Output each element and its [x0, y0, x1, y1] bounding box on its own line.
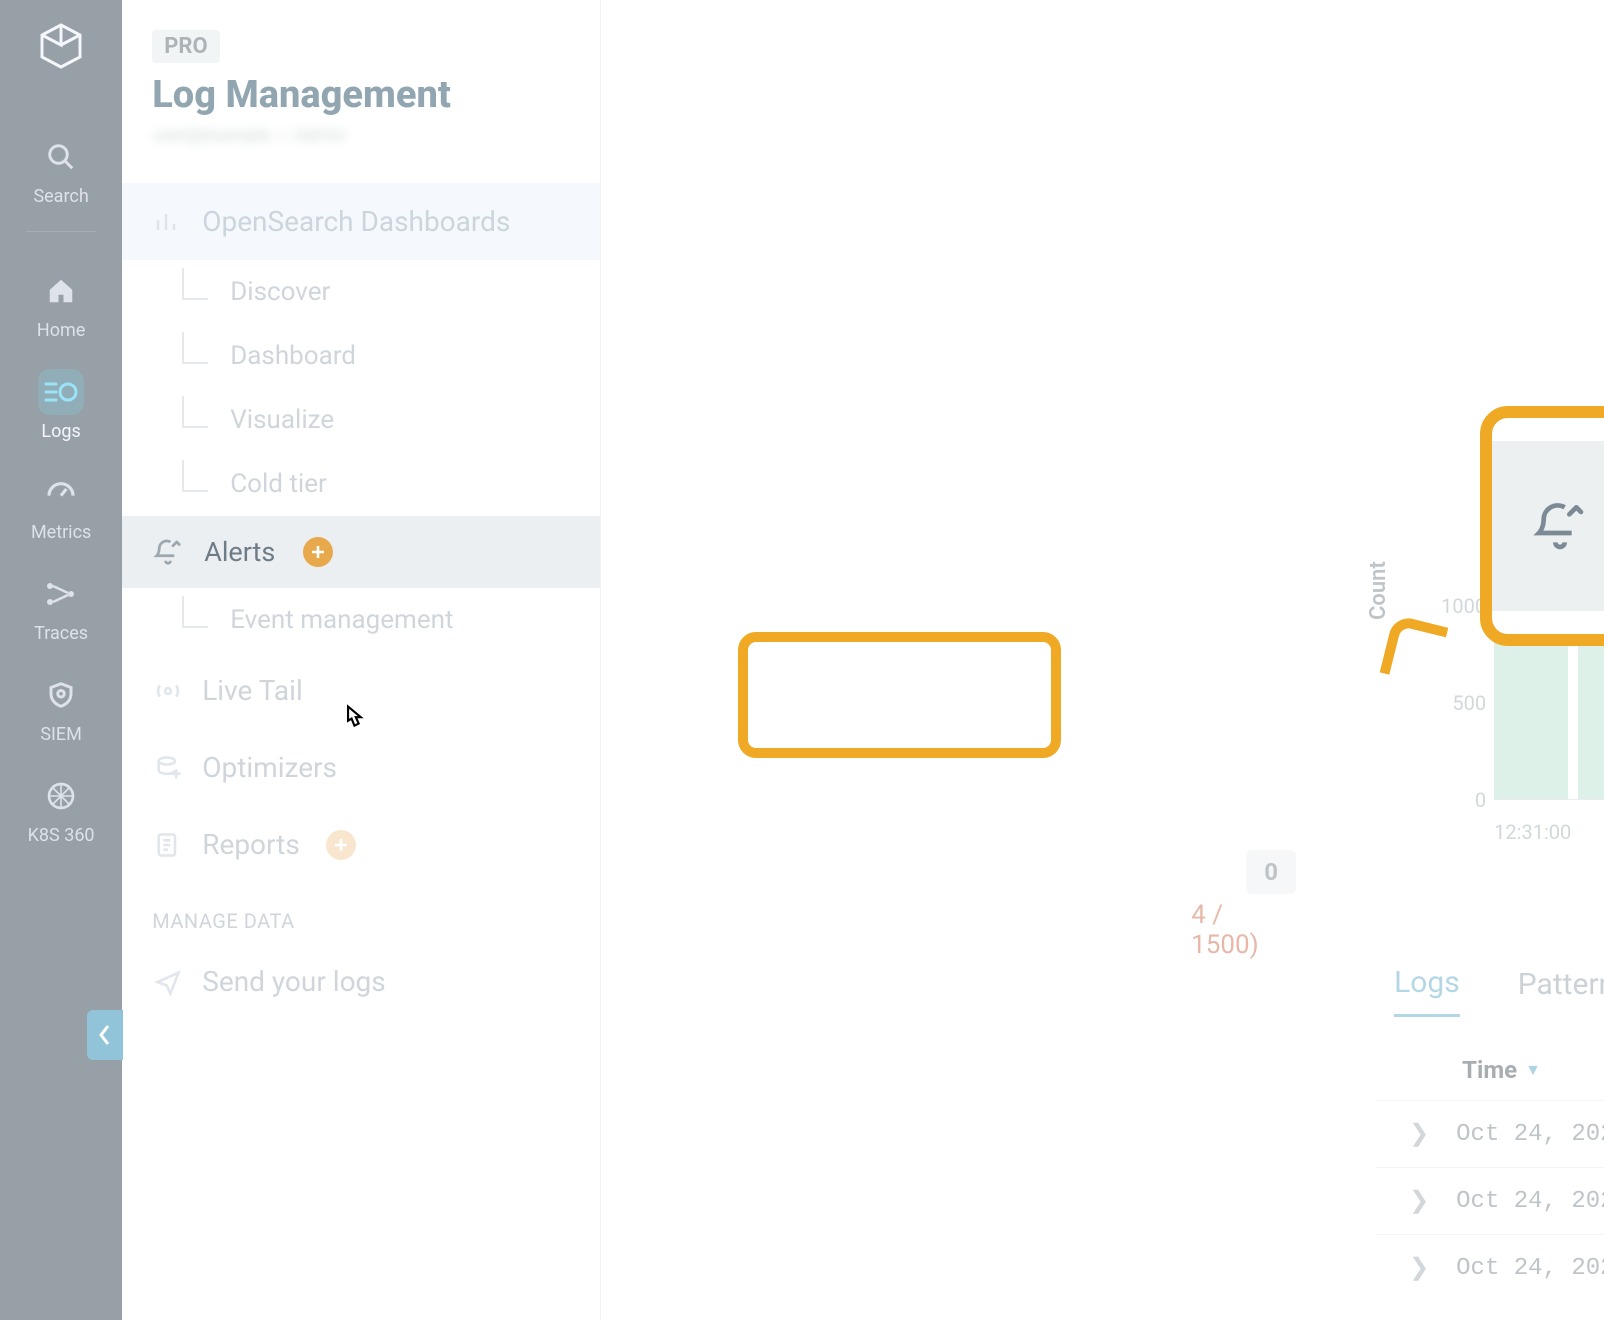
rail-label: Logs	[41, 421, 80, 442]
sort-desc-icon: ▼	[1525, 1060, 1541, 1080]
secondary-sidebar: PRO Log Management user@example | Admin …	[122, 0, 601, 1320]
tree-connector-icon	[182, 332, 208, 364]
traces-icon	[38, 571, 84, 617]
pro-badge: PRO	[152, 30, 219, 63]
bell-icon	[1532, 498, 1588, 554]
tree-connector-icon	[182, 460, 208, 492]
rail-item-metrics[interactable]: Metrics	[0, 460, 122, 561]
tree-connector-icon	[182, 596, 208, 628]
collapse-sidebar-button[interactable]	[87, 1010, 123, 1060]
count-chip: 0	[1246, 850, 1296, 894]
nav-label: Discover	[230, 277, 330, 307]
nav-label: Optimizers	[202, 751, 337, 784]
rail-divider	[26, 231, 96, 232]
tree-connector-icon	[182, 268, 208, 300]
rail-label: K8S 360	[28, 825, 95, 846]
expand-row-icon[interactable]: ❯	[1406, 1253, 1432, 1283]
callout-alerts-zoom: Alerts	[1480, 406, 1604, 646]
nav-label: Cold tier	[230, 469, 327, 499]
tab-patterns[interactable]: Patterns 47 ?	[1518, 967, 1604, 1016]
bars-icon	[152, 206, 184, 238]
database-icon	[152, 752, 184, 784]
sidebar-title: Log Management	[152, 73, 570, 117]
brand-logo	[33, 18, 89, 74]
nav-label: Visualize	[230, 405, 334, 435]
column-label: Time	[1462, 1056, 1517, 1084]
home-icon	[38, 268, 84, 314]
section-manage-data: MANAGE DATA	[122, 883, 600, 943]
rail-label: SIEM	[40, 724, 82, 745]
tab-label: Patterns	[1518, 967, 1604, 1002]
nav: OpenSearch Dashboards Discover Dashboard…	[122, 177, 600, 1020]
rail-item-siem[interactable]: SIEM	[0, 662, 122, 763]
nav-cold-tier[interactable]: Cold tier	[122, 452, 600, 516]
nav-rail: Search Home Logs Metrics Traces	[0, 0, 122, 1320]
table-header: Time ▼ message	[1376, 1040, 1604, 1100]
rail-item-k8s360[interactable]: K8S 360	[0, 763, 122, 864]
cell-time: Oct 24, 2023 @ 12:45:32.104	[1456, 1121, 1604, 1148]
logs-icon	[38, 369, 84, 415]
chart-y-axis-label: Count	[1366, 561, 1391, 620]
rail-item-traces[interactable]: Traces	[0, 561, 122, 662]
sidebar-header: PRO Log Management user@example | Admin	[122, 0, 600, 177]
nav-dashboard[interactable]: Dashboard	[122, 324, 600, 388]
table-row[interactable]: ❯ Oct 24, 2023 @ 12:45:32.104 -	[1376, 1167, 1604, 1234]
y-tick: 0	[1475, 788, 1486, 812]
logs-table: Time ▼ message ❯ Oct 24, 2023 @ 12:45:32…	[1376, 1040, 1604, 1301]
cell-time: Oct 24, 2023 @ 12:45:32.104	[1456, 1188, 1604, 1215]
nav-visualize[interactable]: Visualize	[122, 388, 600, 452]
report-icon	[152, 829, 184, 861]
metrics-icon	[38, 470, 84, 516]
sidebar-subline: user@example | Admin	[152, 125, 570, 147]
nav-event-management[interactable]: Event management	[122, 588, 600, 652]
rail-item-home[interactable]: Home	[0, 258, 122, 359]
nav-label: Dashboard	[230, 341, 356, 371]
rail-label: Home	[37, 320, 85, 341]
x-tick: 12:31:00	[1494, 820, 1571, 844]
tab-label: Logs	[1394, 965, 1460, 1000]
add-report-button[interactable]	[326, 830, 356, 860]
nav-label: Event management	[230, 605, 453, 635]
nav-discover[interactable]: Discover	[122, 260, 600, 324]
broadcast-icon	[152, 675, 184, 707]
rail-label: Search	[33, 186, 88, 207]
tree-connector-icon	[182, 396, 208, 428]
tab-logs[interactable]: Logs	[1394, 965, 1460, 1017]
nav-label: Alerts	[204, 536, 275, 568]
y-tick: 500	[1452, 691, 1486, 715]
results-tabs: Logs Patterns 47 ? Exceptions 5 ? Ins	[1394, 965, 1604, 1017]
cursor-pointer-icon	[336, 701, 370, 735]
nav-label: Send your logs	[202, 965, 386, 998]
search-icon	[38, 134, 84, 180]
nav-label: Live Tail	[202, 674, 303, 707]
bell-icon	[152, 536, 184, 568]
table-row[interactable]: ❯ Oct 24, 2023 @ 12:45:32.104 -	[1376, 1100, 1604, 1167]
nav-send-your-logs[interactable]: Send your logs	[122, 943, 600, 1020]
shield-icon	[38, 672, 84, 718]
table-row[interactable]: ❯ Oct 24, 2023 @ 12:45:30.525 -	[1376, 1234, 1604, 1301]
rail-label: Traces	[34, 623, 88, 644]
nav-alerts[interactable]: Alerts	[122, 516, 600, 588]
nav-optimizers[interactable]: Optimizers	[122, 729, 600, 806]
expand-row-icon[interactable]: ❯	[1406, 1119, 1432, 1149]
nav-label: OpenSearch Dashboards	[202, 205, 510, 238]
cell-time: Oct 24, 2023 @ 12:45:30.525	[1456, 1255, 1604, 1282]
expand-row-icon[interactable]: ❯	[1406, 1186, 1432, 1216]
column-time[interactable]: Time ▼	[1462, 1056, 1541, 1084]
highlight-frame-alerts-nav	[738, 632, 1061, 758]
rail-item-logs[interactable]: Logs	[0, 359, 122, 460]
docs-count: 4 / 1500)	[1191, 900, 1259, 960]
nav-reports[interactable]: Reports	[122, 806, 600, 883]
send-icon	[152, 966, 184, 998]
rail-label: Metrics	[31, 522, 91, 543]
nav-opensearch-dashboards[interactable]: OpenSearch Dashboards	[122, 183, 600, 260]
nav-label: Reports	[202, 828, 300, 861]
rail-item-search[interactable]: Search	[0, 124, 122, 225]
kubernetes-icon	[38, 773, 84, 819]
add-alert-button[interactable]	[303, 537, 333, 567]
